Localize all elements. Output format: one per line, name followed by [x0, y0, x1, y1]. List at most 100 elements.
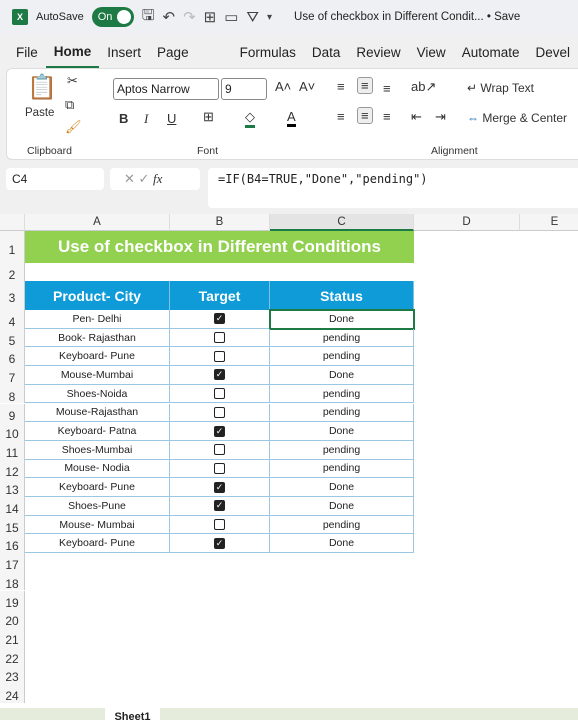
- italic-button[interactable]: I: [144, 111, 148, 127]
- top-align-icon[interactable]: ≡: [337, 79, 345, 94]
- row-header-22[interactable]: 22: [0, 646, 25, 666]
- target-cell[interactable]: ✓: [170, 366, 270, 385]
- tab-view[interactable]: View: [409, 38, 454, 68]
- align-center-icon[interactable]: ≡: [357, 107, 373, 124]
- column-header-e[interactable]: E: [520, 214, 578, 231]
- checkbox-unchecked[interactable]: [214, 462, 225, 474]
- fill-color-icon[interactable]: ◇: [245, 109, 255, 128]
- bold-button[interactable]: B: [119, 111, 128, 126]
- cut-icon[interactable]: ✂: [67, 73, 78, 89]
- tab-automate[interactable]: Automate: [454, 38, 528, 68]
- target-cell[interactable]: [170, 515, 270, 535]
- align-right-icon[interactable]: ≡: [383, 109, 391, 124]
- row-header-18[interactable]: 18: [0, 571, 25, 591]
- row-header-1[interactable]: 1: [0, 231, 25, 264]
- column-header-a[interactable]: A: [25, 214, 170, 231]
- merge-center-button[interactable]: ⇔ Merge & Center: [467, 111, 567, 125]
- status-cell[interactable]: Done: [269, 309, 415, 330]
- product-cell[interactable]: Shoes-Mumbai: [25, 440, 170, 460]
- checkbox-unchecked[interactable]: [214, 519, 225, 531]
- checkbox-checked[interactable]: ✓: [214, 313, 225, 325]
- checkbox-unchecked[interactable]: [214, 388, 225, 400]
- row-header-5[interactable]: 5: [0, 328, 25, 348]
- checkbox-unchecked[interactable]: [214, 350, 225, 362]
- font-color-icon[interactable]: A: [287, 109, 296, 127]
- status-cell[interactable]: pending: [270, 347, 414, 367]
- row-header-16[interactable]: 16: [0, 534, 25, 553]
- borders-button-icon[interactable]: ⊞: [203, 109, 214, 125]
- target-cell[interactable]: [170, 384, 270, 404]
- row-header-2[interactable]: 2: [0, 264, 25, 282]
- target-cell[interactable]: [170, 459, 270, 479]
- status-cell[interactable]: Done: [270, 497, 414, 516]
- target-cell[interactable]: ✓: [170, 310, 270, 329]
- tab-insert[interactable]: Insert: [99, 38, 149, 68]
- orientation-icon[interactable]: ab↗: [411, 79, 436, 95]
- undo-icon[interactable]: ↶: [162, 8, 175, 26]
- status-cell[interactable]: Done: [270, 422, 414, 441]
- decrease-font-icon[interactable]: A˅: [299, 79, 315, 94]
- product-cell[interactable]: Keyboard- Pune: [25, 534, 170, 554]
- status-cell[interactable]: Done: [270, 478, 414, 497]
- column-header-c[interactable]: C: [270, 214, 414, 231]
- status-cell[interactable]: pending: [270, 384, 414, 404]
- picture-icon[interactable]: ▭: [224, 8, 238, 26]
- product-cell[interactable]: Mouse- Mumbai: [25, 515, 170, 535]
- checkbox-checked[interactable]: ✓: [214, 500, 225, 512]
- paste-button[interactable]: Paste: [25, 107, 54, 119]
- font-size-select[interactable]: 9: [221, 78, 267, 100]
- product-cell[interactable]: Keyboard- Patna: [25, 422, 170, 441]
- select-all-corner[interactable]: [0, 214, 25, 231]
- target-cell[interactable]: [170, 328, 270, 348]
- product-cell[interactable]: Book- Rajasthan: [25, 328, 170, 348]
- row-header-21[interactable]: 21: [0, 627, 25, 647]
- status-cell[interactable]: pending: [270, 440, 414, 460]
- row-header-7[interactable]: 7: [0, 366, 25, 385]
- increase-font-icon[interactable]: A˄: [275, 79, 291, 94]
- row-header-6[interactable]: 6: [0, 347, 25, 366]
- column-header-b[interactable]: B: [170, 214, 270, 231]
- row-header-8[interactable]: 8: [0, 384, 25, 404]
- increase-indent-icon[interactable]: ⇥: [435, 109, 446, 125]
- target-cell[interactable]: ✓: [170, 478, 270, 497]
- row-header-24[interactable]: 24: [0, 684, 25, 703]
- formula-input[interactable]: =IF(B4=TRUE,"Done","pending"): [208, 168, 578, 208]
- row-header-15[interactable]: 15: [0, 515, 25, 535]
- customize-quick-access-icon[interactable]: ▾: [267, 12, 272, 23]
- tab-review[interactable]: Review: [348, 38, 408, 68]
- row-header-10[interactable]: 10: [0, 422, 25, 441]
- fx-icon[interactable]: fx: [153, 171, 162, 186]
- font-name-select[interactable]: Aptos Narrow: [113, 78, 219, 100]
- product-cell[interactable]: Pen- Delhi: [25, 310, 170, 329]
- product-cell[interactable]: Mouse-Mumbai: [25, 366, 170, 385]
- middle-align-icon[interactable]: ≡: [357, 77, 373, 94]
- copy-icon[interactable]: ⧉: [65, 97, 74, 113]
- status-cell[interactable]: pending: [270, 459, 414, 479]
- target-cell[interactable]: ✓: [170, 534, 270, 554]
- save-icon[interactable]: 🖫: [142, 5, 155, 30]
- row-header-20[interactable]: 20: [0, 609, 25, 628]
- checkbox-checked[interactable]: ✓: [214, 537, 225, 549]
- target-cell[interactable]: [170, 403, 270, 423]
- name-box[interactable]: C4: [6, 168, 104, 190]
- tab-page-layout[interactable]: Page Layout: [149, 38, 232, 90]
- target-cell[interactable]: [170, 440, 270, 460]
- tab-data[interactable]: Data: [304, 38, 349, 68]
- tab-home[interactable]: Home: [45, 38, 100, 68]
- row-header-17[interactable]: 17: [0, 553, 25, 572]
- format-painter-icon[interactable]: 🖌: [65, 119, 82, 135]
- row-header-23[interactable]: 23: [0, 665, 25, 684]
- product-cell[interactable]: Keyboard- Pune: [25, 478, 170, 497]
- status-cell[interactable]: pending: [270, 403, 414, 423]
- status-cell[interactable]: Done: [270, 366, 414, 385]
- redo-icon[interactable]: ↷: [183, 8, 196, 26]
- row-header-4[interactable]: 4: [0, 310, 25, 329]
- bottom-align-icon[interactable]: ≡: [383, 81, 391, 96]
- paste-icon[interactable]: 📋: [27, 73, 57, 102]
- wrap-text-button[interactable]: ↵ Wrap Text: [467, 81, 534, 95]
- checkbox-checked[interactable]: ✓: [214, 425, 225, 437]
- underline-button[interactable]: U: [167, 111, 176, 126]
- borders-icon[interactable]: ⊞: [204, 8, 217, 26]
- target-cell[interactable]: [170, 347, 270, 367]
- tab-devel[interactable]: Devel: [527, 38, 578, 68]
